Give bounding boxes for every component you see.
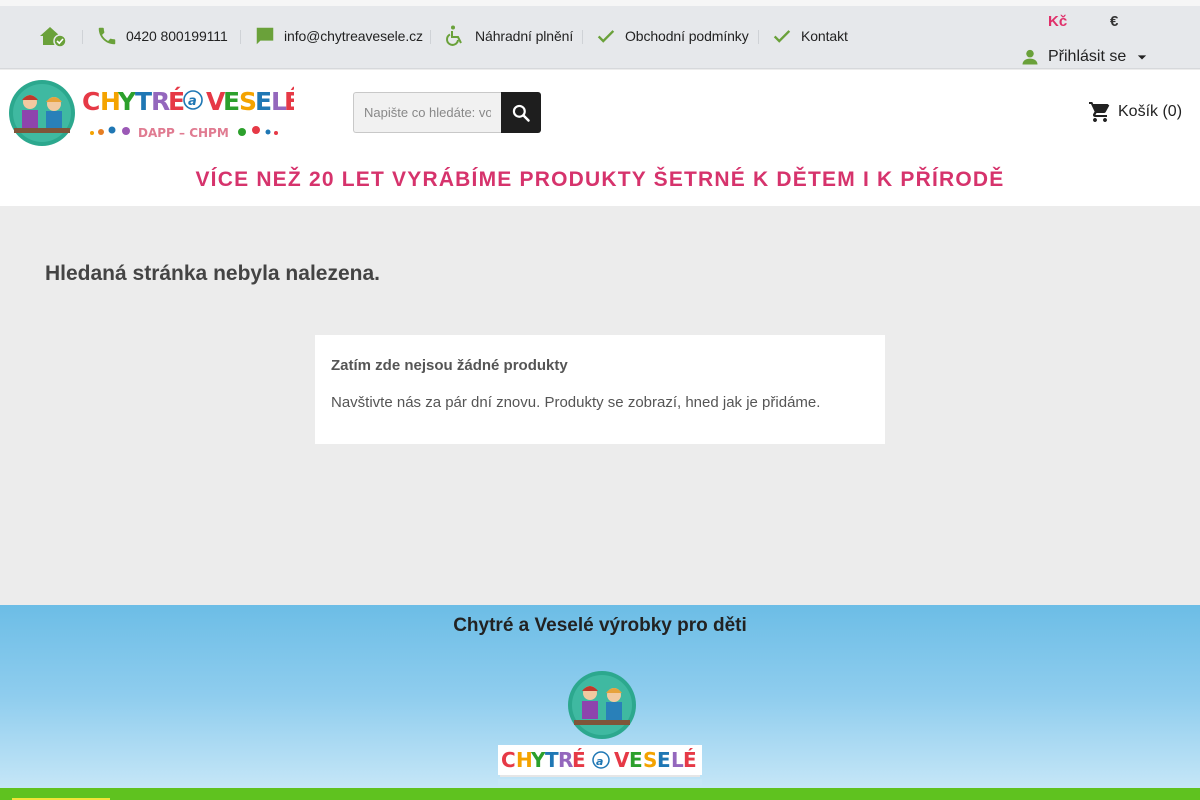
page-title: Hledaná stránka nebyla nalezena. <box>45 262 380 285</box>
svg-text:Y: Y <box>117 87 137 116</box>
empty-products-notice: Zatím zde nejsou žádné produkty Navštivt… <box>315 335 885 444</box>
footer-logo[interactable]: C H Y T R É a V E S E L É <box>498 671 702 798</box>
svg-text:E: E <box>629 748 643 772</box>
cart-icon <box>1089 102 1110 122</box>
svg-text:T: T <box>545 748 559 772</box>
terms-link[interactable]: Obchodní podmínky <box>595 23 749 49</box>
search-button[interactable] <box>501 92 541 133</box>
svg-text:C: C <box>501 748 516 772</box>
notice-text: Navštivte nás za pár dní znovu. Produkty… <box>331 394 821 411</box>
search-input[interactable] <box>353 92 501 133</box>
login-dropdown[interactable]: Přihlásit se <box>1020 46 1160 68</box>
replacement-text: Náhradní plnění <box>475 28 574 44</box>
footer-title: Chytré a Veselé výrobky pro děti <box>453 615 747 636</box>
email-link[interactable]: info@chytreavesele.cz <box>254 23 423 49</box>
home-link[interactable] <box>38 23 76 49</box>
logo-wordmark: C H Y T R É a V E S E L É <box>82 87 294 116</box>
main-content: Hledaná stránka nebyla nalezena. Zatím z… <box>0 206 1200 605</box>
cart-text: Košík (0) <box>1118 103 1183 120</box>
svg-text:S: S <box>643 748 657 772</box>
phone-text: 0420 800199111 <box>126 28 228 44</box>
replacement-link[interactable]: Náhradní plnění <box>443 23 573 49</box>
separator <box>82 30 83 44</box>
home-check-icon <box>40 27 67 48</box>
currency-czk[interactable]: Kč <box>1048 13 1067 30</box>
site-logo[interactable]: C H Y T R É a V E S E L É DAPP – CHPM <box>4 78 294 148</box>
svg-text:C: C <box>82 87 100 116</box>
terms-text: Obchodní podmínky <box>625 28 749 44</box>
email-text: info@chytreavesele.cz <box>284 28 423 44</box>
separator <box>582 30 583 44</box>
svg-text:a: a <box>596 755 603 768</box>
svg-text:E: E <box>255 87 272 116</box>
caret-down-icon <box>1138 55 1147 60</box>
separator <box>240 30 241 44</box>
svg-text:E: E <box>223 87 240 116</box>
svg-text:É: É <box>683 748 697 772</box>
check-icon <box>597 30 615 43</box>
svg-text:a: a <box>188 94 197 109</box>
search-form <box>353 92 541 133</box>
check-icon <box>773 30 791 43</box>
svg-text:É: É <box>168 87 185 116</box>
cart-link[interactable]: Košík (0) <box>1088 100 1182 124</box>
separator <box>758 30 759 44</box>
chat-icon <box>256 27 274 45</box>
bottom-green-bar <box>0 788 1200 800</box>
login-text: Přihlásit se <box>1048 48 1127 65</box>
logo-subtext: DAPP – CHPM <box>138 126 229 140</box>
svg-text:V: V <box>614 748 630 772</box>
search-icon <box>512 104 530 122</box>
svg-text:E: E <box>657 748 671 772</box>
footer: Chytré a Veselé výrobky pro děti C H Y T… <box>0 605 1200 798</box>
svg-text:Y: Y <box>530 748 546 772</box>
footer-logo-wordmark: C H Y T R É a V E S E L É <box>501 748 697 772</box>
svg-text:É: É <box>284 87 294 116</box>
contact-link[interactable]: Kontakt <box>771 23 848 49</box>
separator <box>430 30 431 44</box>
user-icon <box>1022 49 1038 65</box>
svg-text:É: É <box>572 748 586 772</box>
wheelchair-icon <box>446 25 462 46</box>
notice-title: Zatím zde nejsou žádné produkty <box>331 357 568 374</box>
phone-link[interactable]: 0420 800199111 <box>96 23 228 49</box>
header: C H Y T R É a V E S E L É DAPP – CHPM Na… <box>0 70 1200 206</box>
slogan-banner: VÍCE NEŽ 20 LET VYRÁBÍME PRODUKTY ŠETRNÉ… <box>195 168 1005 191</box>
phone-icon <box>98 27 116 45</box>
svg-text:T: T <box>135 87 152 116</box>
topbar: 0420 800199111 info@chytreavesele.cz Náh… <box>0 6 1200 69</box>
currency-eur[interactable]: € <box>1110 13 1118 30</box>
contact-text: Kontakt <box>801 28 848 44</box>
